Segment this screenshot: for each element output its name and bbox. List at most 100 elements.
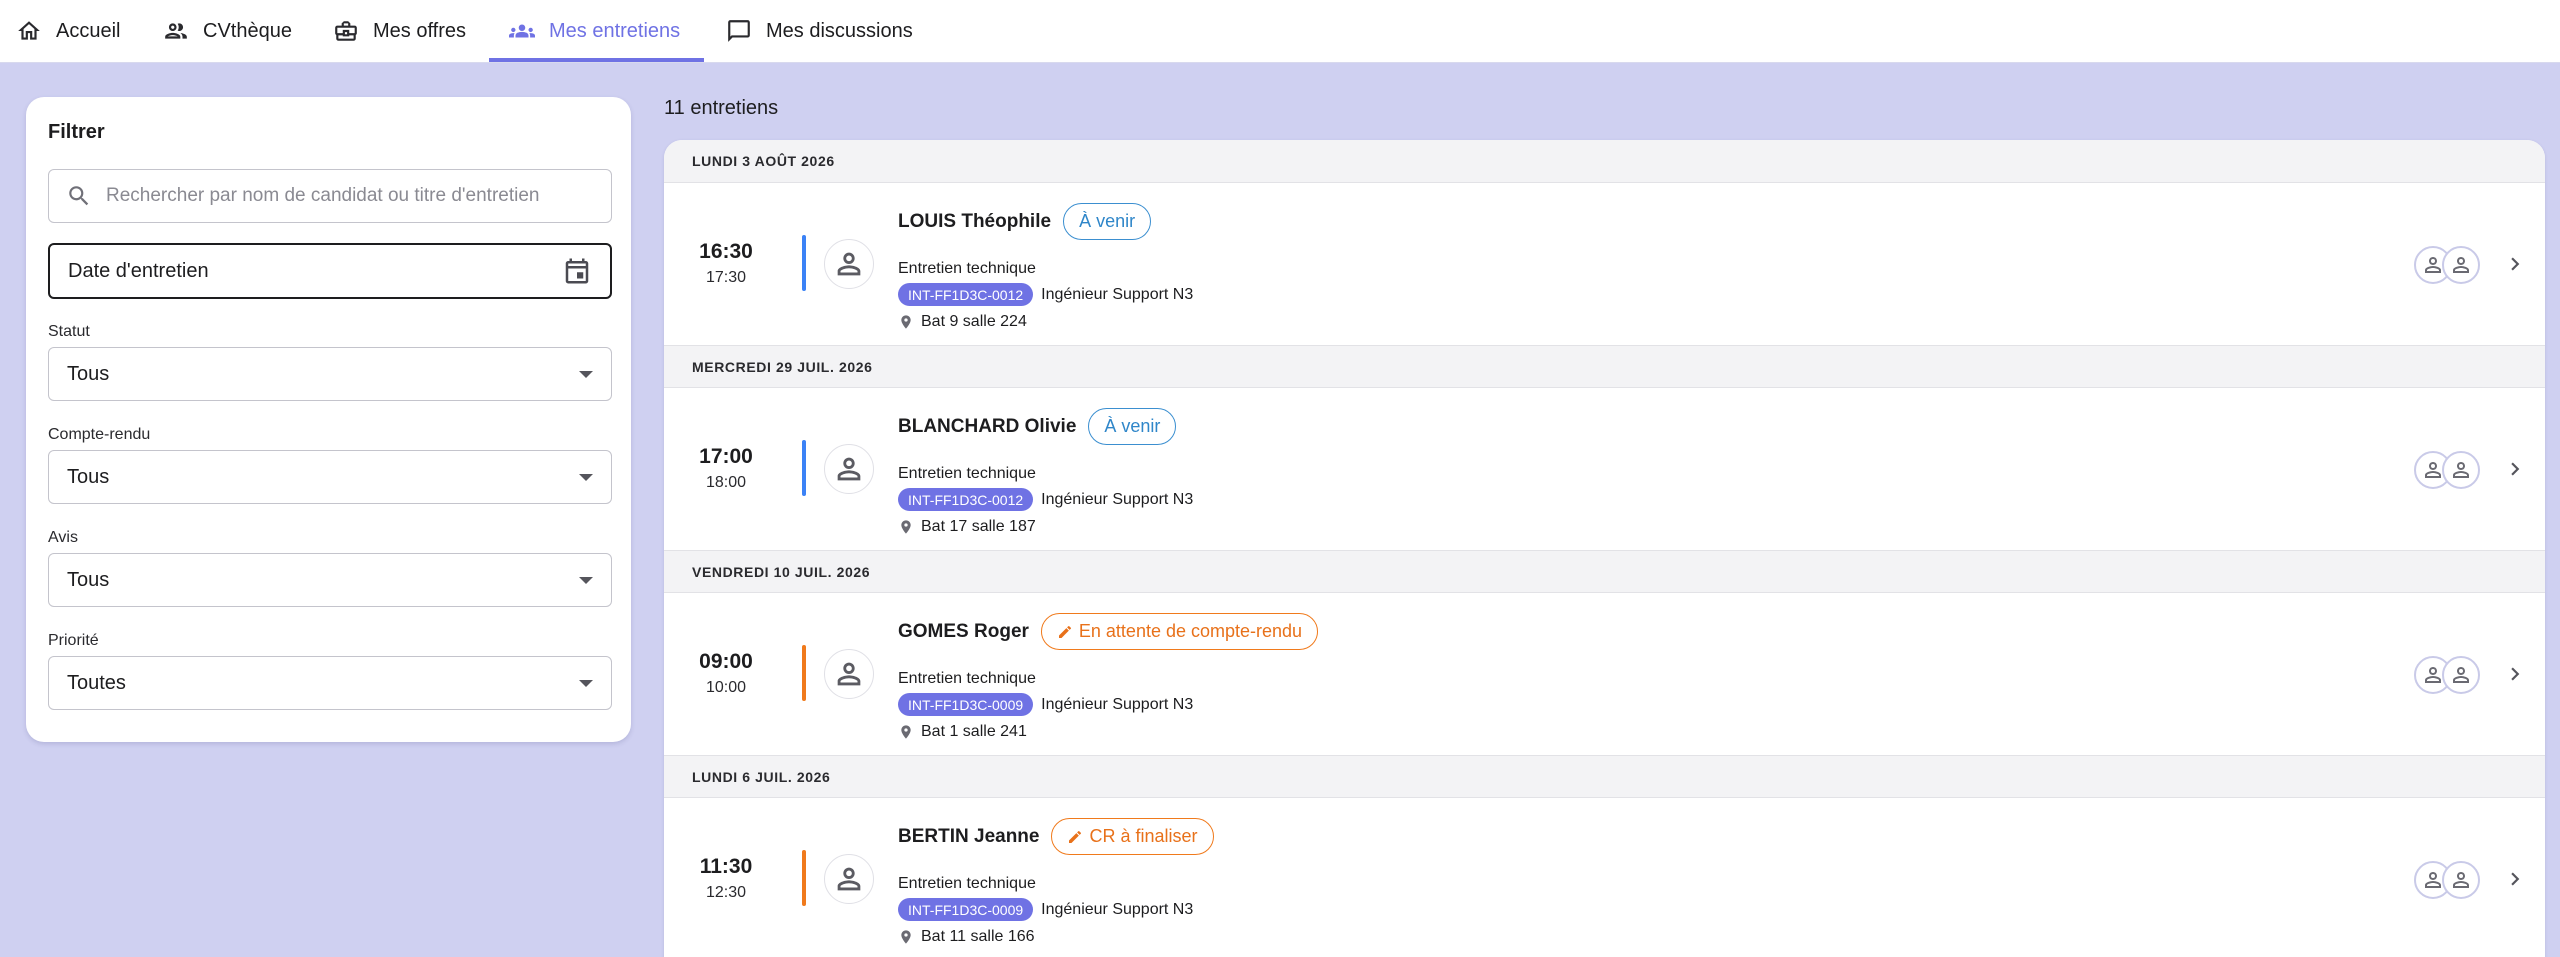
start-time: 17:00 bbox=[699, 445, 753, 468]
person-icon bbox=[2453, 462, 2469, 478]
priority-value: Toutes bbox=[67, 671, 126, 694]
day-header: LUNDI 6 JUIL. 2026 bbox=[664, 755, 2545, 798]
position-title: Ingénieur Support N3 bbox=[1041, 900, 1194, 918]
status-select[interactable]: Tous bbox=[48, 347, 612, 401]
briefcase-icon bbox=[335, 21, 357, 41]
location-text: Bat 17 salle 187 bbox=[921, 518, 1036, 535]
status-color-bar bbox=[802, 440, 806, 496]
interview-type: Entretien technique bbox=[898, 670, 1036, 687]
day-header: VENDREDI 10 JUIL. 2026 bbox=[664, 550, 2545, 593]
interviewer-avatar bbox=[2442, 656, 2480, 694]
reference-line: INT-FF1D3C-0009 Ingénieur Support N3 bbox=[898, 693, 1193, 716]
candidate-avatar bbox=[824, 854, 874, 904]
interviewer-avatar bbox=[2442, 246, 2480, 284]
day-header: LUNDI 3 AOÛT 2026 bbox=[664, 140, 2545, 183]
status-color-bar bbox=[802, 645, 806, 701]
status-color-bar bbox=[802, 235, 806, 291]
location-line: Bat 9 salle 224 bbox=[898, 313, 1027, 331]
candidate-avatar bbox=[824, 239, 874, 289]
chevron-right-icon[interactable] bbox=[2502, 866, 2528, 892]
chevron-right-icon[interactable] bbox=[2502, 661, 2528, 687]
opinion-select[interactable]: Tous bbox=[48, 553, 612, 607]
candidate-avatar bbox=[824, 649, 874, 699]
search-icon bbox=[69, 186, 89, 206]
nav-item-mes-offres[interactable]: Mes offres bbox=[333, 0, 466, 62]
chevron-right-icon[interactable] bbox=[2502, 251, 2528, 277]
report-select[interactable]: Tous bbox=[48, 450, 612, 504]
candidate-name: BLANCHARD Olivie bbox=[898, 415, 1077, 437]
person-icon bbox=[2453, 872, 2469, 888]
status-color-bar bbox=[802, 850, 806, 906]
position-title: Ingénieur Support N3 bbox=[1041, 285, 1194, 303]
end-time: 10:00 bbox=[705, 679, 747, 696]
pencil-icon bbox=[1069, 830, 1082, 843]
interview-list: LUNDI 3 AOÛT 2026 16:30 17:30 LOUIS Théo… bbox=[664, 140, 2545, 957]
start-time: 09:00 bbox=[699, 650, 753, 673]
nav-item-mes-entretiens[interactable]: Mes entretiens bbox=[509, 0, 680, 62]
candidate-name: LOUIS Théophile bbox=[898, 210, 1052, 232]
reference-chip: INT-FF1D3C-0009 bbox=[898, 898, 1034, 921]
nav-item-mes-discussions[interactable]: Mes discussions bbox=[726, 0, 913, 62]
group-icon bbox=[509, 24, 535, 38]
interview-row[interactable]: 11:30 12:30 BERTIN Jeanne CR à finaliser… bbox=[664, 798, 2545, 957]
opinion-value: Tous bbox=[67, 568, 110, 591]
person-icon bbox=[837, 867, 861, 891]
interview-row[interactable]: 16:30 17:30 LOUIS Théophile À venir Entr… bbox=[664, 183, 2545, 345]
status-badge: CR à finaliser bbox=[1051, 818, 1214, 855]
status-badge: À venir bbox=[1088, 408, 1177, 445]
interviewer-avatars bbox=[2414, 656, 2484, 694]
status-badge-label: À venir bbox=[1104, 416, 1161, 436]
end-time: 12:30 bbox=[705, 884, 747, 901]
location-text: Bat 9 salle 224 bbox=[921, 313, 1027, 330]
dropdown-arrow-icon bbox=[579, 679, 593, 687]
end-time: 18:00 bbox=[705, 474, 747, 491]
status-badge-label: CR à finaliser bbox=[1089, 826, 1198, 846]
candidate-line: BLANCHARD Olivie À venir bbox=[898, 408, 1177, 445]
status-label: Statut bbox=[48, 323, 90, 340]
location-pin-icon bbox=[901, 315, 911, 329]
day-header: MERCREDI 29 JUIL. 2026 bbox=[664, 345, 2545, 388]
reference-chip: INT-FF1D3C-0012 bbox=[898, 283, 1034, 306]
report-label: Compte-rendu bbox=[48, 426, 151, 443]
reference-chip: INT-FF1D3C-0012 bbox=[898, 488, 1034, 511]
top-navigation: Accueil CVthèque Mes offres Mes entretie… bbox=[0, 0, 2560, 63]
location-pin-icon bbox=[901, 725, 911, 739]
person-icon bbox=[837, 252, 861, 276]
home-icon bbox=[18, 21, 40, 40]
opinion-label: Avis bbox=[48, 529, 78, 546]
pencil-icon bbox=[1058, 625, 1071, 638]
dropdown-arrow-icon bbox=[579, 576, 593, 584]
search-input[interactable] bbox=[106, 185, 586, 207]
end-time: 17:30 bbox=[705, 269, 747, 286]
date-picker-field[interactable]: Date d'entretien bbox=[48, 243, 612, 299]
priority-select[interactable]: Toutes bbox=[48, 656, 612, 710]
person-icon bbox=[837, 662, 861, 686]
candidate-line: GOMES Roger En attente de compte-rendu bbox=[898, 613, 1319, 650]
interview-row[interactable]: 09:00 10:00 GOMES Roger En attente de co… bbox=[664, 593, 2545, 755]
people-icon bbox=[165, 23, 187, 39]
status-badge-label: En attente de compte-rendu bbox=[1078, 621, 1303, 641]
location-text: Bat 11 salle 166 bbox=[921, 928, 1035, 945]
nav-label: Mes entretiens bbox=[549, 19, 681, 42]
chat-icon bbox=[728, 20, 750, 42]
person-icon bbox=[837, 457, 861, 481]
nav-item-accueil[interactable]: Accueil bbox=[16, 0, 120, 62]
interview-type: Entretien technique bbox=[898, 875, 1036, 892]
chevron-right-icon[interactable] bbox=[2502, 456, 2528, 482]
person-icon bbox=[2453, 257, 2469, 273]
person-icon bbox=[2453, 667, 2469, 683]
reference-line: INT-FF1D3C-0012 Ingénieur Support N3 bbox=[898, 488, 1193, 511]
interview-row[interactable]: 17:00 18:00 BLANCHARD Olivie À venir Ent… bbox=[664, 388, 2545, 550]
nav-item-cvtheque[interactable]: CVthèque bbox=[163, 0, 292, 62]
nav-label: Mes offres bbox=[373, 19, 466, 42]
reference-line: INT-FF1D3C-0012 Ingénieur Support N3 bbox=[898, 283, 1193, 306]
filter-panel: Filtrer Date d'entretien Statut Tous Com… bbox=[26, 97, 631, 742]
interviewer-avatar bbox=[2442, 451, 2480, 489]
reference-chip: INT-FF1D3C-0009 bbox=[898, 693, 1034, 716]
priority-label: Priorité bbox=[48, 632, 99, 649]
candidate-name: BERTIN Jeanne bbox=[898, 825, 1040, 847]
dropdown-arrow-icon bbox=[579, 473, 593, 481]
location-text: Bat 1 salle 241 bbox=[921, 723, 1027, 740]
calendar-icon[interactable] bbox=[562, 256, 592, 286]
search-field[interactable] bbox=[48, 169, 612, 223]
